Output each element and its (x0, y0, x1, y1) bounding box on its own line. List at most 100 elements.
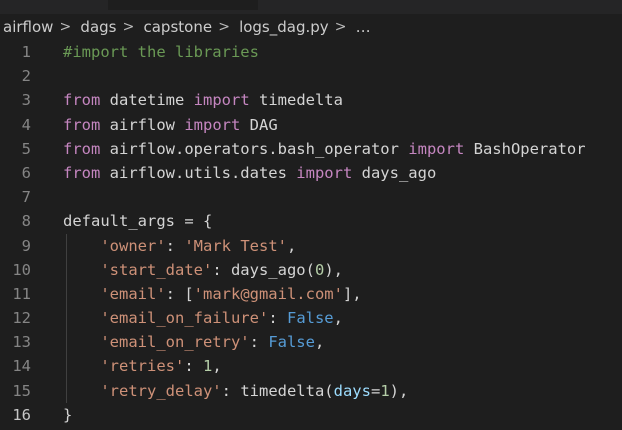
code-editor[interactable]: airflow > dags > capstone > logs_dag.py > … 1 #im… (0, 0, 622, 430)
line-number: 6 (21, 163, 31, 182)
code-token: import (408, 139, 465, 158)
code-token: import (193, 91, 250, 110)
code-line[interactable]: 3 from datetime import timedelta (0, 88, 622, 112)
code-token: days (333, 381, 371, 400)
code-token: from (63, 163, 101, 182)
code-token: from (63, 139, 101, 158)
code-token: 1 (203, 357, 213, 376)
code-text: 'owner': 'Mark Test', (63, 234, 296, 258)
code-line[interactable]: 6 from airflow.utils.dates import days_ag… (0, 161, 622, 185)
code-token: 1 (380, 381, 390, 400)
code-line[interactable]: 15 'retry_delay': timedelta(days=1), (0, 378, 622, 403)
code-token: 0 (314, 260, 325, 279)
line-number: 7 (21, 188, 31, 207)
code-token: datetime (100, 91, 194, 110)
code-token: , (314, 333, 325, 352)
code-token: : (249, 333, 269, 352)
code-text: 'email_on_retry': False, (63, 330, 324, 354)
code-token: : timedelta( (221, 381, 334, 400)
code-line[interactable]: 11 'email': ['mark@gmail.com'], (0, 281, 622, 307)
code-text: 'email_on_failure': False, (63, 306, 343, 330)
line-number: 9 (21, 236, 31, 255)
line-number: 11 (12, 284, 31, 303)
code-token: import (296, 163, 353, 182)
code-line[interactable]: 12 'email_on_failure': False, (0, 306, 622, 331)
code-token: False (286, 309, 334, 328)
code-token: : days_ago( (212, 260, 315, 279)
code-token: , (333, 309, 343, 328)
line-number: 15 (12, 381, 31, 400)
line-number: 12 (12, 309, 31, 328)
line-number: 8 (21, 212, 31, 231)
code-token: : (268, 309, 287, 328)
code-line[interactable]: 13 'email_on_retry': False, (0, 330, 622, 355)
code-line[interactable]: 4 from airflow import DAG (0, 113, 622, 137)
code-token: 'retry_delay' (100, 381, 222, 400)
code-token: 'email' (100, 284, 166, 303)
code-token: BashOperator (464, 139, 586, 158)
code-line[interactable]: 5 from airflow.operators.bash_operator im… (0, 137, 622, 161)
line-number: 2 (21, 67, 31, 86)
line-number: 16 (12, 405, 31, 424)
code-text: 'email': ['mark@gmail.com'], (63, 282, 362, 306)
line-number: 13 (12, 333, 31, 352)
line-number: 3 (21, 91, 31, 110)
code-text: from datetime import timedelta (63, 88, 343, 112)
breadcrumb-item-3[interactable]: capstone (140, 18, 212, 36)
line-number: 4 (21, 115, 31, 134)
code-token: , (212, 357, 222, 376)
chevron-right-icon: > (218, 19, 230, 35)
breadcrumb-item-1[interactable]: airflow (0, 18, 53, 36)
breadcrumb-item-5[interactable]: … (353, 18, 371, 36)
code-token: 'start_date' (100, 260, 213, 279)
code-text: from airflow import DAG (63, 113, 278, 137)
code-token: : (184, 357, 203, 376)
code-token: from (63, 91, 101, 110)
code-line[interactable]: 10 'start_date': days_ago(0), (0, 257, 622, 282)
breadcrumb-item-2[interactable]: dags (77, 18, 116, 36)
code-line[interactable]: 9 'owner': 'Mark Test', (0, 233, 622, 258)
code-text: } (63, 403, 72, 427)
code-line[interactable]: 8 default_args = { (0, 209, 622, 233)
code-line[interactable]: 2 (0, 64, 622, 88)
code-token: 'owner' (100, 236, 166, 255)
code-line[interactable]: 14 'retries': 1, (0, 354, 622, 379)
line-number: 14 (12, 357, 31, 376)
code-text: default_args = { (63, 209, 212, 233)
code-token: ], (342, 284, 362, 303)
code-token: default_args = { (63, 212, 213, 231)
code-text: 'retries': 1, (63, 354, 222, 378)
code-token: import (184, 115, 241, 134)
line-number: 5 (21, 139, 31, 158)
code-text: 'start_date': days_ago(0), (63, 258, 343, 282)
breadcrumb-item-4[interactable]: logs_dag.py (236, 18, 329, 36)
line-number: 10 (12, 260, 31, 279)
code-token: 'email_on_retry' (100, 333, 250, 352)
code-token: } (63, 405, 73, 424)
code-area[interactable]: 1 #import the libraries 2 3 from datetime im… (0, 40, 622, 430)
code-text: #import the libraries (63, 40, 259, 64)
code-token: ), (389, 381, 409, 400)
code-token: DAG (240, 115, 278, 134)
code-line[interactable]: 7 (0, 185, 622, 209)
code-token: airflow.utils.dates (100, 163, 297, 182)
code-token: airflow (100, 115, 185, 134)
code-line[interactable]: 1 #import the libraries (0, 40, 622, 64)
line-number: 1 (21, 43, 31, 61)
code-line[interactable]: 16} (0, 403, 622, 427)
code-token: airflow.operators.bash_operator (100, 139, 409, 158)
code-token: 'Mark Test' (184, 236, 287, 255)
code-token: , (286, 236, 297, 255)
code-text: from airflow.utils.dates import days_ago (63, 161, 436, 185)
code-text: 'retry_delay': timedelta(days=1), (63, 379, 408, 403)
code-text: from airflow.operators.bash_operator imp… (63, 137, 586, 161)
tab-strip (0, 0, 622, 14)
code-token: timedelta (249, 91, 343, 110)
code-token: days_ago (352, 163, 437, 182)
active-tab[interactable] (108, 0, 258, 10)
